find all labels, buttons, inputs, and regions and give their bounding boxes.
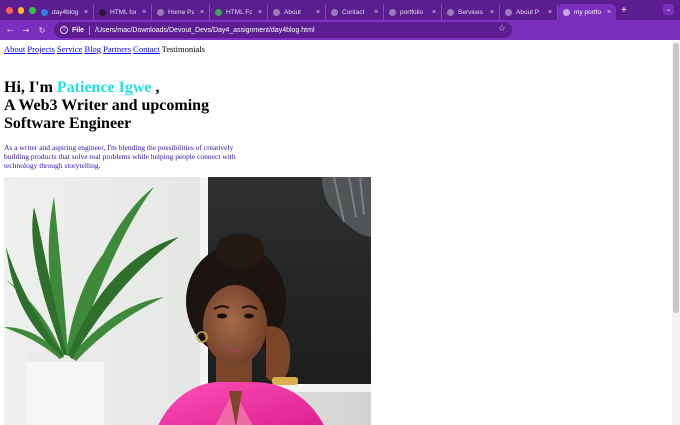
close-window-button[interactable] — [6, 6, 13, 14]
new-tab-button[interactable]: + — [621, 5, 627, 16]
nav-link-service[interactable]: Service — [57, 44, 83, 54]
globe-icon — [157, 8, 164, 16]
tab-search-button[interactable]: ⌄ — [663, 4, 674, 15]
close-tab-icon[interactable]: × — [256, 9, 264, 16]
close-tab-icon[interactable]: × — [314, 9, 322, 16]
hero-greeting: Hi, I'm — [4, 79, 57, 96]
globe-icon — [331, 8, 338, 16]
browser-tab[interactable]: Home Pa × — [152, 4, 210, 20]
url-scheme: File — [72, 26, 85, 34]
browser-tab[interactable]: HTML Fo × — [210, 4, 268, 20]
hero-title-line: A Web3 Writer and upcoming — [4, 97, 210, 114]
back-button[interactable]: ← — [2, 26, 18, 35]
browser-tab[interactable]: Services × — [442, 4, 500, 20]
browser-tab[interactable]: About × — [268, 4, 326, 20]
tab-title: day4blog — [52, 8, 78, 16]
tab-title: HTML Fo — [226, 8, 252, 16]
close-tab-icon[interactable]: × — [430, 9, 438, 16]
browser-tab-strip: day4blog × HTML for × Home Pa × HTML Fo × About ×… — [0, 0, 680, 20]
window-controls — [0, 6, 37, 14]
reload-button[interactable]: ↻ — [34, 26, 50, 35]
nav-link-about[interactable]: About — [4, 44, 25, 54]
hero-comma: , — [151, 79, 160, 96]
nav-link-partners[interactable]: Partners — [103, 44, 131, 54]
nav-link-projects[interactable]: Projects — [27, 44, 54, 54]
tab-title: HTML for — [110, 8, 136, 16]
tab-title: portfolio — [400, 8, 424, 16]
zoom-window-button[interactable] — [29, 6, 37, 14]
web-page-content: About Projects Service Blog Partners Con… — [0, 41, 672, 425]
nav-link-blog[interactable]: Blog — [85, 44, 102, 54]
close-tab-icon[interactable]: × — [372, 9, 380, 16]
tab-title: About P — [516, 8, 540, 16]
url-text[interactable]: /Users/mac/Downloads/Devout_Devs/Day4_as… — [95, 27, 314, 34]
scrollbar-thumb[interactable] — [673, 43, 679, 313]
browser-tab[interactable]: portfolio × — [384, 4, 442, 20]
w-icon — [215, 8, 222, 16]
profile-photo — [4, 177, 371, 425]
omnibox-divider — [89, 25, 91, 35]
page-scrollbar[interactable] — [672, 41, 680, 425]
tab-title: my portfo — [574, 8, 601, 16]
nav-link-testimonials: Testimonials — [161, 44, 205, 54]
dark-circle-icon — [99, 8, 106, 16]
minimize-window-button[interactable] — [17, 6, 25, 14]
close-tab-icon[interactable]: × — [605, 9, 613, 16]
globe-icon — [389, 8, 396, 16]
browser-tab[interactable]: Contact × — [326, 4, 384, 20]
tab-title: Home Pa — [168, 8, 194, 16]
close-tab-icon[interactable]: × — [546, 9, 554, 16]
bookmark-star-icon[interactable]: ☆ — [498, 24, 506, 34]
browser-tab[interactable]: HTML for × — [94, 4, 152, 20]
hero-role-line: Software Engineer — [4, 115, 132, 132]
close-tab-icon[interactable]: × — [198, 9, 206, 16]
close-tab-icon[interactable]: × — [140, 9, 148, 16]
intro-paragraph: As a writer and aspiring engineer, I'm b… — [4, 143, 236, 170]
globe-icon — [447, 8, 454, 16]
globe-icon — [563, 8, 570, 16]
tab-title: Contact — [342, 8, 365, 16]
globe-icon — [273, 8, 280, 16]
address-bar[interactable]: i File /Users/mac/Downloads/Devout_Devs/… — [54, 22, 512, 38]
browser-tab[interactable]: my portfo × — [558, 4, 616, 20]
nav-link-contact[interactable]: Contact — [133, 44, 159, 54]
hero-heading: Hi, I'm Patience Igwe , A Web3 Writer an… — [4, 79, 209, 133]
tab-list: day4blog × HTML for × Home Pa × HTML Fo × About ×… — [36, 0, 616, 20]
browser-tab[interactable]: day4blog × — [36, 4, 94, 20]
tab-title: Services — [458, 8, 483, 16]
close-tab-icon[interactable]: × — [488, 9, 496, 16]
hero-name: Patience Igwe — [56, 79, 152, 96]
tab-title: About — [284, 8, 301, 16]
site-info-icon[interactable]: i — [60, 26, 68, 34]
browser-tab[interactable]: About P × — [500, 4, 558, 20]
site-navigation: About Projects Service Blog Partners Con… — [4, 44, 205, 54]
globe-icon — [505, 8, 512, 16]
vscode-icon — [41, 8, 48, 16]
browser-toolbar: ← → ↻ i File /Users/mac/Downloads/Devout… — [0, 20, 680, 54]
close-tab-icon[interactable]: × — [82, 9, 90, 16]
forward-button[interactable]: → — [18, 26, 34, 35]
